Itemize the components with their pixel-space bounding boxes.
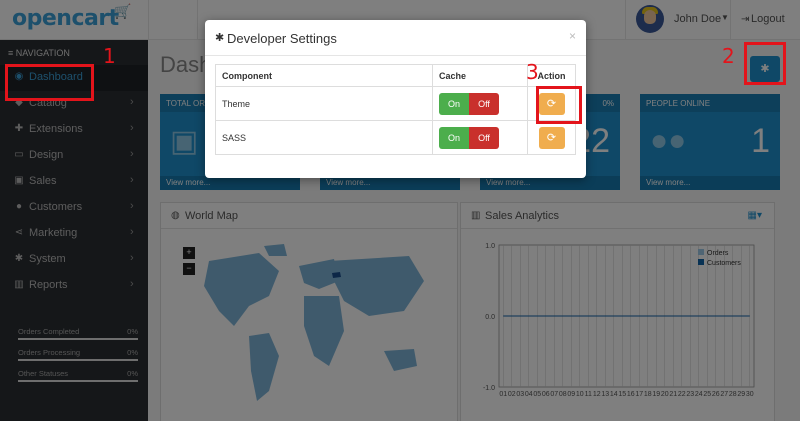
cache-cell: On Off [432, 86, 528, 121]
gear-icon: ✱ [215, 32, 225, 44]
annotation-number-3: 3 [526, 60, 539, 84]
cache-on-button[interactable]: On [439, 92, 469, 115]
developer-settings-table: Component Cache Action Theme On Off ⟳ SAS… [215, 64, 576, 155]
column-header-component: Component [215, 64, 433, 87]
modal-header: ✱ Developer Settings × [205, 20, 586, 56]
close-icon[interactable]: × [569, 29, 576, 43]
modal-title: Developer Settings [227, 31, 337, 46]
cache-off-button[interactable]: Off [469, 92, 499, 115]
annotation-number-2: 2 [722, 44, 735, 68]
developer-settings-modal: ✱ Developer Settings × Component Cache A… [205, 20, 586, 178]
cache-cell: On Off [432, 120, 528, 155]
annotation-box-1 [5, 64, 94, 101]
cache-on-button[interactable]: On [439, 126, 469, 149]
table-row: SASS On Off ⟳ [215, 120, 576, 155]
annotation-number-1: 1 [103, 44, 116, 68]
component-name: Theme [215, 86, 433, 121]
refresh-icon: ⟳ [546, 131, 557, 144]
cache-toggle[interactable]: On Off [439, 92, 499, 115]
cache-toggle[interactable]: On Off [439, 126, 499, 149]
component-name: SASS [215, 120, 433, 155]
annotation-box-2 [744, 42, 786, 85]
annotation-box-3 [536, 86, 582, 124]
refresh-sass-button[interactable]: ⟳ [538, 126, 565, 149]
table-header-row: Component Cache Action [215, 64, 576, 87]
column-header-cache: Cache [432, 64, 528, 87]
table-row: Theme On Off ⟳ [215, 86, 576, 121]
action-cell: ⟳ [527, 120, 576, 155]
cache-off-button[interactable]: Off [469, 126, 499, 149]
